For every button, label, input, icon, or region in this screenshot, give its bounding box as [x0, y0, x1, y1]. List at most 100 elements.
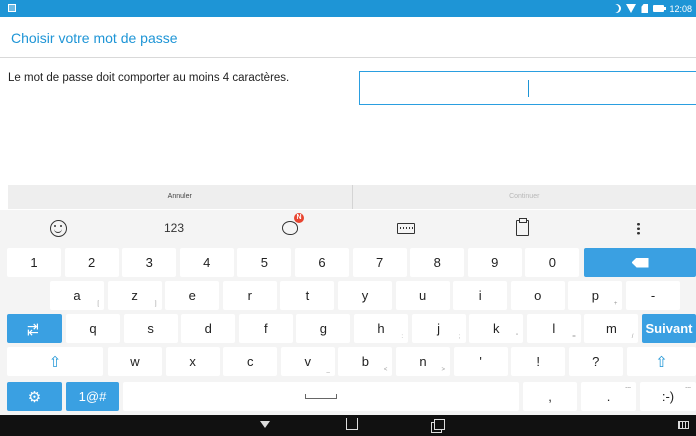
key-w[interactable]: w	[108, 347, 162, 376]
keyboard-layout-button[interactable]	[348, 210, 464, 246]
key-1-label: 1	[30, 255, 38, 270]
key-k[interactable]: k "	[469, 314, 524, 343]
key-5[interactable]: 5	[237, 248, 292, 277]
key-dash[interactable]: -	[626, 281, 680, 310]
key-s[interactable]: s	[123, 314, 178, 343]
key-e[interactable]: e	[165, 281, 220, 310]
key-7[interactable]: 7	[352, 248, 407, 277]
key-8-label: 8	[433, 255, 441, 270]
key-s-label: s	[147, 321, 154, 336]
key-question[interactable]: ?	[568, 347, 623, 376]
key-dash-label: -	[650, 288, 656, 303]
key-apostrophe[interactable]: '	[453, 347, 508, 376]
emoji-button[interactable]	[0, 210, 116, 246]
action-bar: Annuler Continuer	[8, 185, 696, 209]
recent-apps-icon[interactable]	[434, 419, 445, 430]
key-z-label: z	[131, 288, 138, 303]
password-requirement-text: Le mot de passe doit comporter au moins …	[8, 72, 290, 84]
next-key-label: Suivant	[645, 321, 693, 336]
key-3[interactable]: 3	[122, 248, 177, 277]
battery-icon	[653, 5, 667, 12]
home-icon[interactable]	[346, 418, 358, 430]
key-1[interactable]: 1	[7, 248, 61, 277]
key-f[interactable]: f	[238, 314, 293, 343]
next-key[interactable]: Suivant	[642, 314, 696, 343]
key-b-hint: <	[383, 367, 388, 373]
continue-button[interactable]: Continuer	[353, 185, 696, 209]
key-l-hint: =	[572, 334, 576, 340]
smiley-key-hint: ...	[685, 383, 691, 390]
key-h[interactable]: h:	[354, 314, 408, 343]
key-d[interactable]: d	[181, 314, 236, 343]
key-j[interactable]: j;	[411, 314, 466, 343]
key-c[interactable]: c	[223, 347, 278, 376]
tab-key[interactable]	[7, 314, 62, 343]
key-l-label: l	[552, 321, 556, 336]
key-9[interactable]: 9	[467, 248, 522, 277]
smiley-key[interactable]: :-)...	[640, 382, 696, 411]
key-7-label: 7	[375, 255, 384, 270]
key-m[interactable]: m /	[584, 314, 639, 343]
key-x-label: x	[189, 354, 196, 369]
shift-left-key[interactable]: ⇧	[7, 347, 103, 376]
key-j-label: j	[437, 321, 441, 336]
key-0[interactable]: 0	[525, 248, 580, 277]
key-2[interactable]: 2	[64, 248, 119, 277]
key-o[interactable]: o	[510, 281, 565, 310]
key-t[interactable]: t	[280, 281, 335, 310]
key-i[interactable]: i	[453, 281, 508, 310]
page-title: Choisir votre mot de passe	[11, 30, 178, 46]
symbols-key[interactable]: 1@#	[66, 382, 119, 411]
key-exclamation[interactable]: !	[511, 347, 566, 376]
key-h-label: h	[377, 321, 385, 336]
clipboard-button[interactable]	[464, 210, 580, 246]
key-m-label: m	[605, 321, 617, 336]
back-icon[interactable]	[260, 421, 270, 428]
more-options-button[interactable]	[580, 210, 696, 246]
key-q[interactable]: q	[66, 314, 120, 343]
key-u-label: u	[418, 288, 427, 303]
shift-right-key[interactable]: ⇧	[627, 347, 696, 376]
backspace-key[interactable]	[584, 248, 696, 277]
key-b[interactable]: b <	[338, 347, 393, 376]
key-d-label: d	[204, 321, 212, 336]
period-key[interactable]: ....	[581, 382, 636, 411]
key-n-hint: >	[441, 367, 445, 373]
sd-card-icon	[641, 4, 649, 13]
comma-key[interactable]: ,	[523, 382, 577, 411]
password-input[interactable]	[359, 71, 696, 105]
key-2-label: 2	[87, 255, 96, 270]
theme-button[interactable]: N	[232, 210, 348, 246]
key-z-hint: ]	[154, 301, 157, 307]
key-4[interactable]: 4	[179, 248, 234, 277]
key-z[interactable]: z]	[107, 281, 162, 310]
key-g[interactable]: g	[296, 314, 351, 343]
key-n[interactable]: n >	[396, 347, 450, 376]
key-t-label: t	[305, 288, 310, 303]
key-u[interactable]: u	[395, 281, 450, 310]
key-j-hint: ;	[458, 334, 461, 340]
do-not-disturb-icon	[612, 4, 621, 13]
key-l[interactable]: l =	[526, 314, 581, 343]
key-0-label: 0	[548, 255, 556, 270]
key-p[interactable]: p +	[568, 281, 623, 310]
key-8[interactable]: 8	[410, 248, 465, 277]
keyboard-switch-icon[interactable]	[678, 421, 689, 429]
period-key-label: .	[606, 389, 611, 404]
key-x[interactable]: x	[165, 347, 220, 376]
gear-icon: ⚙	[27, 388, 42, 406]
key-y[interactable]: y	[338, 281, 392, 310]
key-p-label: p	[591, 288, 599, 303]
settings-key[interactable]: ⚙	[7, 382, 62, 411]
key-a[interactable]: a[	[50, 281, 104, 310]
key-r[interactable]: r	[222, 281, 277, 310]
notification-icon	[8, 4, 16, 12]
cancel-button[interactable]: Annuler	[8, 185, 353, 209]
clipboard-icon	[515, 218, 529, 236]
title-bar: Choisir votre mot de passe	[0, 17, 696, 58]
space-key[interactable]	[123, 382, 519, 411]
key-6[interactable]: 6	[295, 248, 349, 277]
numbers-button[interactable]: 123	[116, 210, 232, 246]
title-divider	[0, 57, 696, 58]
key-v[interactable]: v _	[280, 347, 335, 376]
